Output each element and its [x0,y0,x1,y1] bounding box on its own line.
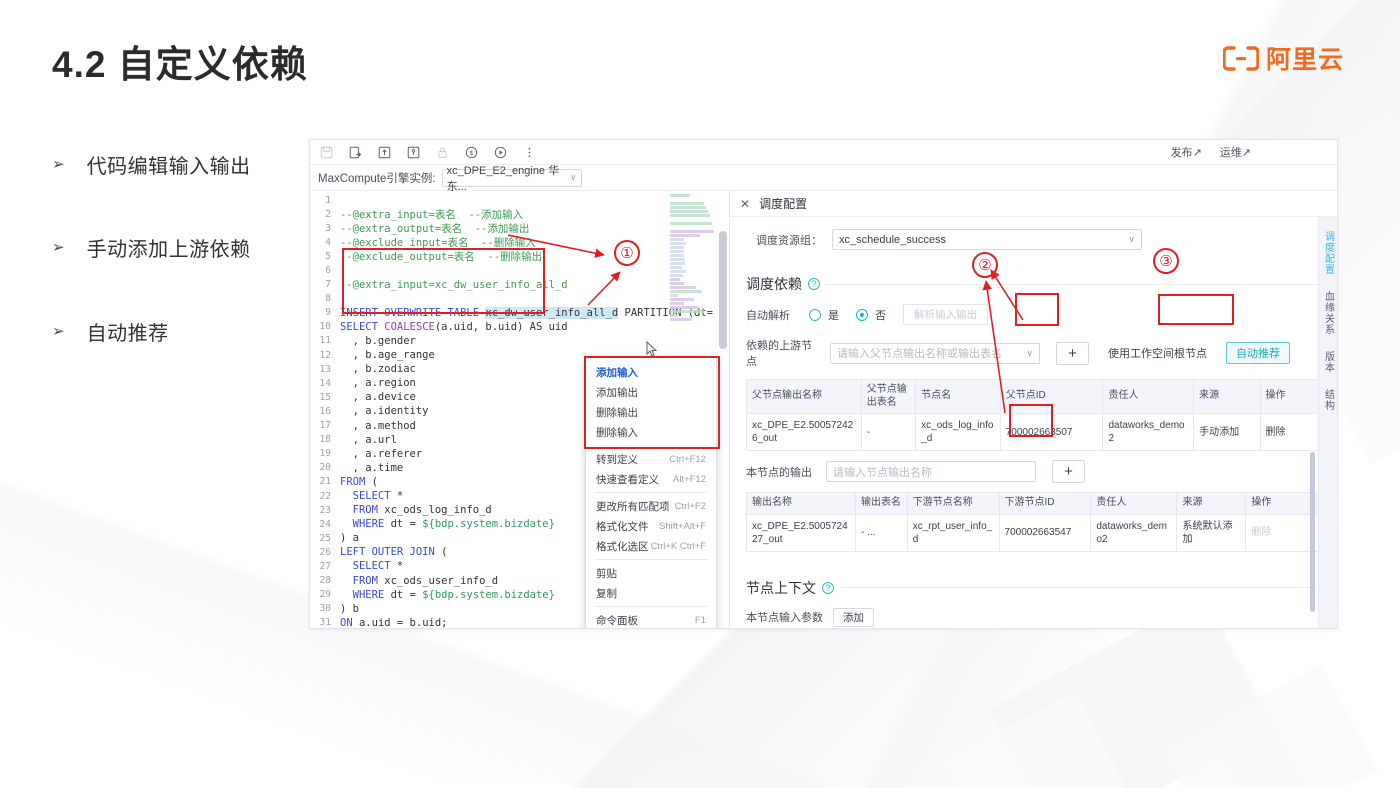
annotation-circle-1: ① [614,240,640,266]
menu-item-label: 命令面板 [596,614,638,627]
editor-context-menu[interactable]: 添加输入添加输出删除输出删除输入转到定义 Ctrl+F12 快速查看定义 Alt+F1… [584,356,720,628]
slide-canvas: 4.2 自定义依赖 阿里云 ➢ 代码编辑输入输出 ➢ 手动添加上游依赖 ➢ 自动… [0,0,1400,788]
menu-separator [594,492,708,493]
menu-item-label: 剪贴 [596,567,617,580]
menu-item-label: 添加输入 [596,366,638,379]
menu-item[interactable]: 转到定义 Ctrl+F12 [586,449,716,469]
menu-item[interactable]: 快速查看定义 Alt+F12 [586,469,716,489]
menu-item[interactable]: 更改所有匹配项 Ctrl+F2 [586,496,716,516]
highlight-box-add-output [1009,404,1053,437]
menu-separator [594,606,708,607]
highlight-box-add-upstream [1015,293,1059,326]
menu-item[interactable]: 格式化文件 Shift+Alt+F [586,516,716,536]
menu-item-shortcut: Ctrl+K Ctrl+F [650,540,706,552]
menu-item-label: 格式化文件 [596,520,649,533]
menu-item-shortcut: Shift+Alt+F [659,520,706,532]
menu-item-label: 格式化选区 [596,540,649,553]
menu-item[interactable]: 添加输入 [586,362,716,382]
annotation-circle-3: ③ [1153,248,1179,274]
menu-item-shortcut: Alt+F12 [672,473,706,485]
menu-item[interactable]: 添加输出 [586,382,716,402]
menu-separator [594,445,708,446]
menu-separator [594,559,708,560]
menu-item-label: 转到定义 [596,453,638,466]
menu-item[interactable]: 复制 [586,583,716,603]
menu-item[interactable]: 删除输出 [586,402,716,422]
menu-item[interactable]: 剪贴 [586,563,716,583]
annotation-circle-2: ② [972,252,998,278]
menu-item-shortcut: Ctrl+F12 [669,453,706,465]
highlight-box-auto-recommend [1158,294,1234,325]
menu-item-label: 删除输出 [596,406,638,419]
menu-item-shortcut: Ctrl+F2 [674,500,706,512]
menu-item-label: 删除输入 [596,426,638,439]
menu-item-shortcut: F1 [694,614,706,626]
menu-item-label: 更改所有匹配项 [596,500,670,513]
menu-item[interactable]: 删除输入 [586,422,716,442]
menu-item[interactable]: 格式化选区 Ctrl+K Ctrl+F [586,536,716,556]
menu-item-label: 添加输出 [596,386,638,399]
menu-item[interactable]: 命令面板 F1 [586,610,716,628]
menu-item-label: 复制 [596,587,617,600]
menu-item-label: 快速查看定义 [596,473,659,486]
